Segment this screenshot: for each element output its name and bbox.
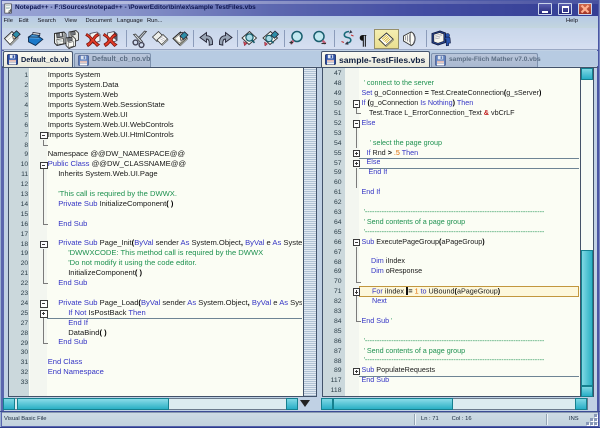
svg-text:¶: ¶ — [359, 32, 367, 48]
